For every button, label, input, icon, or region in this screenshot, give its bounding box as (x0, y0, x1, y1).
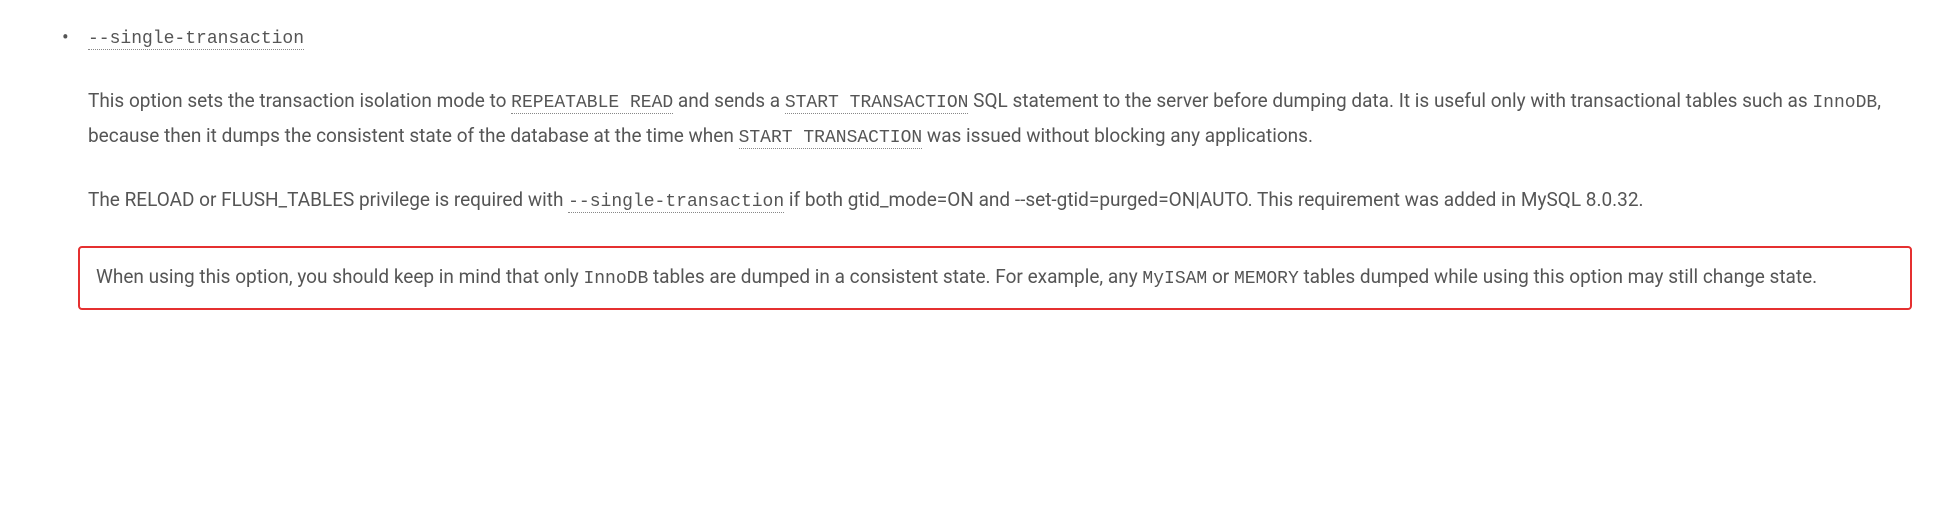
code-single-transaction[interactable]: --single-transaction (568, 192, 784, 213)
code-start-transaction-2[interactable]: START TRANSACTION (739, 128, 923, 149)
code-myisam: MyISAM (1142, 269, 1207, 289)
code-innodb: InnoDB (1812, 93, 1877, 113)
text: The RELOAD or FLUSH_TABLES privilege is … (88, 188, 568, 211)
option-name-link[interactable]: --single-transaction (88, 29, 304, 50)
text: or (1207, 265, 1234, 288)
paragraph-2: The RELOAD or FLUSH_TABLES privilege is … (88, 183, 1912, 219)
note-paragraph: When using this option, you should keep … (96, 260, 1894, 296)
note-box: When using this option, you should keep … (78, 246, 1912, 310)
text: When using this option, you should keep … (96, 265, 583, 288)
text: tables dumped while using this option ma… (1299, 265, 1817, 288)
code-start-transaction[interactable]: START TRANSACTION (785, 93, 969, 114)
option-list: --single-transaction This option sets th… (40, 20, 1912, 310)
option-item: --single-transaction This option sets th… (60, 20, 1912, 310)
option-description: This option sets the transaction isolati… (88, 84, 1912, 310)
text: if both gtid_mode=ON and --set-gtid=purg… (784, 188, 1643, 211)
text: This option sets the transaction isolati… (88, 89, 511, 112)
code-repeatable-read[interactable]: REPEATABLE READ (511, 93, 673, 114)
text: was issued without blocking any applicat… (922, 124, 1313, 147)
text: SQL statement to the server before dumpi… (968, 89, 1812, 112)
text: tables are dumped in a consistent state.… (648, 265, 1142, 288)
text: and sends a (673, 89, 785, 112)
code-memory: MEMORY (1234, 269, 1299, 289)
code-innodb: InnoDB (583, 269, 648, 289)
paragraph-1: This option sets the transaction isolati… (88, 84, 1912, 155)
